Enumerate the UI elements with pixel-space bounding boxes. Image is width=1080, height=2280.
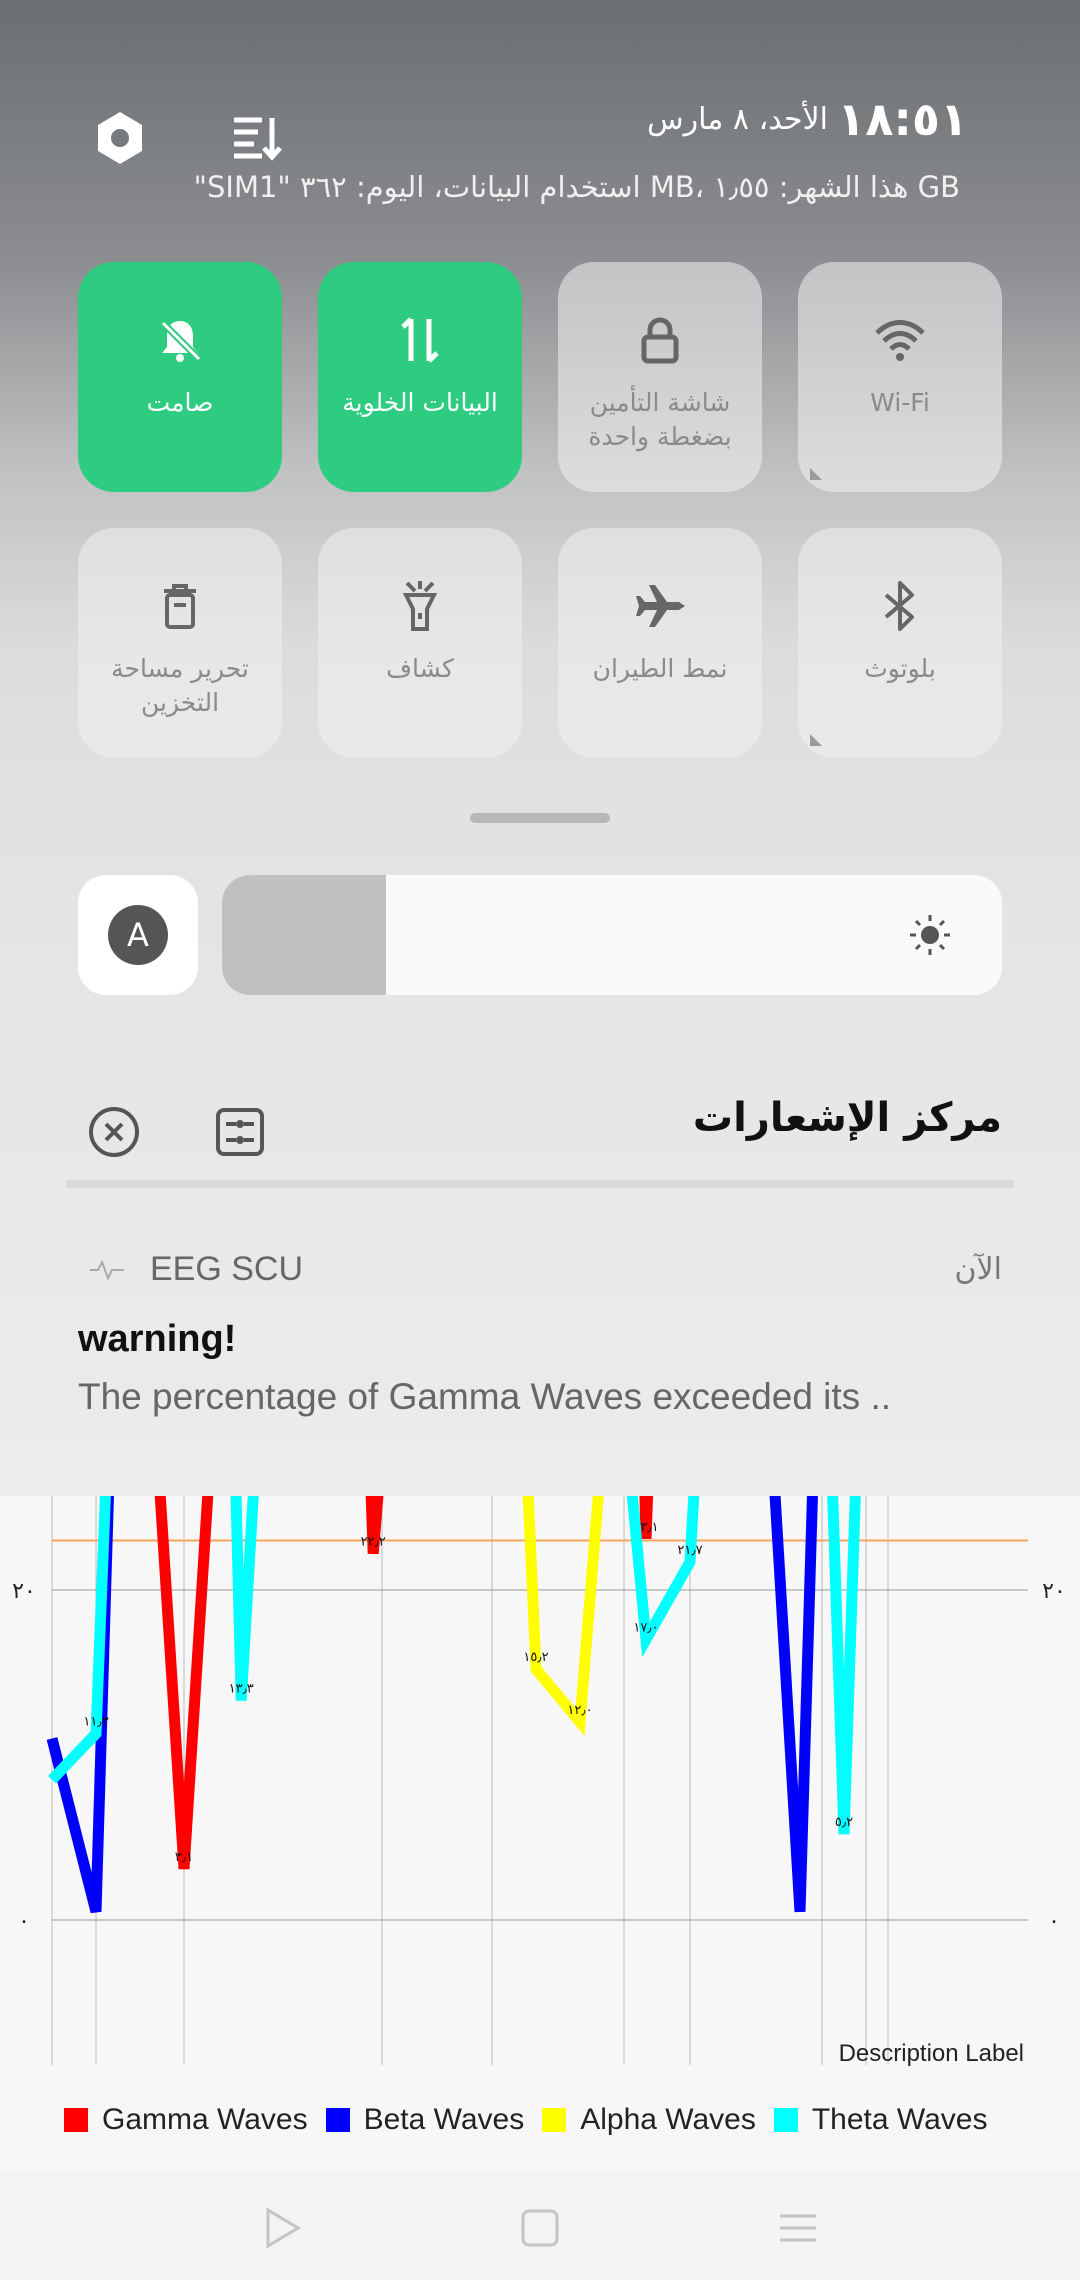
- menu-lines-icon[interactable]: [768, 2198, 828, 2258]
- navigation-bar: [0, 2170, 1080, 2280]
- notification-title: warning!: [78, 1318, 237, 1360]
- wifi-icon: [872, 312, 928, 368]
- theta-waves-data-label: ١٧٫٠: [633, 1621, 658, 1636]
- legend-item: Theta Waves: [773, 2103, 988, 2137]
- notification-app-name: EEG SCU: [150, 1250, 304, 1288]
- notification-time: الآن: [954, 1252, 1002, 1287]
- flashlight-icon: [392, 578, 448, 634]
- manage-notifications-icon[interactable]: [212, 1104, 268, 1160]
- app-icon: [88, 1258, 126, 1282]
- tile-label: Wi-Fi: [870, 388, 930, 417]
- notification-body: The percentage of Gamma Waves exceeded i…: [78, 1376, 892, 1417]
- auto-brightness-button[interactable]: A: [78, 875, 198, 995]
- theta-waves-data-label: ٢١٫٧: [677, 1543, 702, 1558]
- expand-corner-icon: [810, 468, 822, 480]
- tile-bluetooth[interactable]: بلوتوث: [798, 528, 1002, 758]
- tile-label: البيانات الخلوية: [342, 388, 498, 417]
- bluetooth-icon: [872, 578, 928, 634]
- legend-swatch: [64, 2108, 88, 2132]
- chart-legend: Gamma Waves Beta Waves Alpha Waves Theta Wa…: [64, 2100, 1005, 2140]
- tile-label: شاشة التأمين بضغطة واحدة: [588, 388, 732, 451]
- y-tick-label-left: ٠: [18, 1909, 30, 1934]
- notification-card[interactable]: EEG SCU الآن warning! The percentage of …: [0, 1200, 1080, 1496]
- tile-label: نمط الطيران: [592, 654, 728, 683]
- gamma-waves-data-label: ٢٢٫٢: [361, 1535, 386, 1550]
- tile-silent[interactable]: صامت: [78, 262, 282, 492]
- legend-item: Beta Waves: [325, 2103, 525, 2137]
- shade-drag-handle[interactable]: [470, 813, 610, 823]
- y-tick-label-right: ٠: [1048, 1909, 1060, 1934]
- lock-icon: [632, 312, 688, 368]
- legend-label: Theta Waves: [811, 2103, 988, 2136]
- status-date: الأحد، ٨ مارس: [647, 102, 828, 137]
- legend-item: Gamma Waves: [64, 2103, 308, 2137]
- tile-flashlight[interactable]: كشاف: [318, 528, 522, 758]
- gamma-waves-data-label: ٣٫١: [175, 1850, 193, 1865]
- theta-waves-data-label: ١٣٫٣: [229, 1682, 254, 1697]
- tile-mobile-data[interactable]: البيانات الخلوية: [318, 262, 522, 492]
- bell-off-icon: [152, 312, 208, 368]
- alpha-waves-data-label: ١٥٫٢: [523, 1650, 548, 1665]
- legend-label: Gamma Waves: [102, 2103, 308, 2136]
- sun-icon: [908, 913, 952, 957]
- alpha-waves-data-label: ١٢٫٠: [567, 1703, 592, 1718]
- tile-lock-screen[interactable]: شاشة التأمين بضغطة واحدة: [558, 262, 762, 492]
- brightness-slider[interactable]: [222, 875, 1002, 995]
- auto-brightness-icon: A: [108, 905, 168, 965]
- chart-description-label: Description Label: [838, 2040, 1024, 2067]
- y-tick-label-left: ٢٠: [12, 1579, 36, 1604]
- airplane-icon: [632, 578, 688, 634]
- tile-label: بلوتوث: [864, 654, 936, 683]
- tile-label: تحرير مساحة التخزين: [111, 654, 249, 717]
- play-triangle-icon[interactable]: [252, 2198, 312, 2258]
- clear-all-icon[interactable]: [86, 1104, 142, 1160]
- notification-divider: [66, 1180, 1014, 1188]
- tile-airplane-mode[interactable]: نمط الطيران: [558, 528, 762, 758]
- tile-label: كشاف: [386, 654, 454, 683]
- legend-label: Alpha Waves: [580, 2103, 756, 2136]
- mobile-data-icon: [392, 312, 448, 368]
- square-icon[interactable]: [510, 2198, 570, 2258]
- legend-swatch: [325, 2108, 350, 2132]
- notification-center-title: مركز الإشعارات: [692, 1095, 1002, 1141]
- gear-icon[interactable]: [90, 108, 150, 168]
- beta-waves-data-label: ٠: [93, 1893, 100, 1908]
- legend-swatch: [773, 2108, 798, 2132]
- theta-waves-data-label: ١١٫٣: [83, 1715, 108, 1730]
- legend-item: Alpha Waves: [542, 2103, 756, 2137]
- trash-icon: [152, 578, 208, 634]
- notification-shade: ١٨:٥١ الأحد، ٨ مارس "SIM1" استخدام البيا…: [0, 0, 1080, 1496]
- theta-waves-data-label: ٥٫٢: [835, 1815, 853, 1830]
- tile-free-storage[interactable]: تحرير مساحة التخزين: [78, 528, 282, 758]
- edit-tiles-icon[interactable]: [228, 110, 284, 166]
- expand-corner-icon: [810, 734, 822, 746]
- legend-label: Beta Waves: [363, 2103, 525, 2136]
- tile-wifi[interactable]: Wi-Fi: [798, 262, 1002, 492]
- status-time: ١٨:٥١: [837, 92, 968, 146]
- y-tick-label-right: ٢٠: [1042, 1579, 1066, 1604]
- data-usage-text: "SIM1" استخدام البيانات، اليوم: ٣٦٢ MB، …: [193, 170, 960, 204]
- beta-waves-data-label: ٠: [797, 1893, 804, 1908]
- tile-label: صامت: [146, 388, 214, 417]
- legend-swatch: [542, 2108, 567, 2132]
- brightness-slider-fill: [222, 875, 386, 995]
